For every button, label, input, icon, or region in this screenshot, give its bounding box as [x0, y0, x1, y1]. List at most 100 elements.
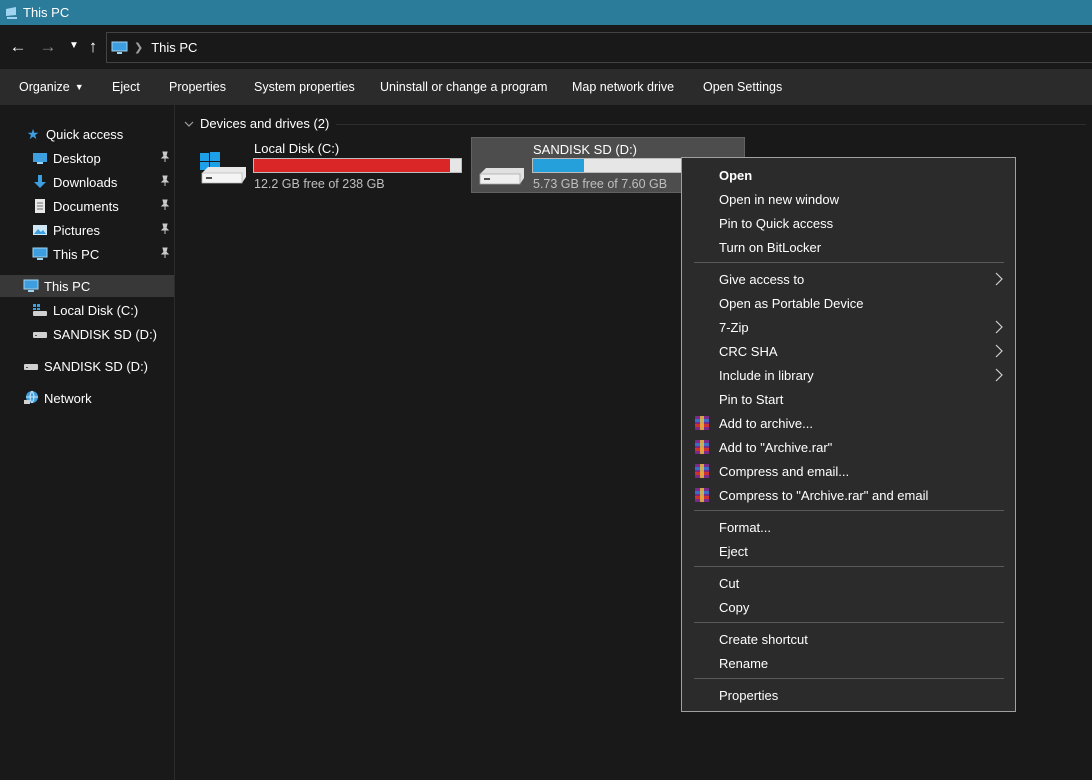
desktop-icon	[32, 150, 48, 166]
drive-usage-fill	[533, 159, 585, 172]
pin-icon	[160, 247, 170, 258]
menu-item-open-new-window[interactable]: Open in new window	[682, 187, 1015, 211]
drive-usage-bar	[253, 158, 462, 173]
sidebar-item-this-pc[interactable]: This PC	[0, 275, 174, 297]
properties-button[interactable]: Properties	[169, 69, 226, 105]
chevron-down-icon	[184, 121, 194, 127]
navigation-pane: ★ Quick access Desktop Downloads Documen…	[0, 105, 175, 780]
menu-item-crc-sha[interactable]: CRC SHA	[682, 339, 1015, 363]
menu-separator	[694, 566, 1004, 567]
up-arrow-icon[interactable]: ↑	[84, 37, 102, 55]
menu-item-pin-start[interactable]: Pin to Start	[682, 387, 1015, 411]
sidebar-item-pictures[interactable]: Pictures	[0, 219, 174, 241]
menu-separator	[694, 622, 1004, 623]
menu-item-portable-device[interactable]: Open as Portable Device	[682, 291, 1015, 315]
menu-item-label: Rename	[719, 655, 769, 671]
eject-button[interactable]: Eject	[112, 69, 140, 105]
this-pc-icon	[6, 6, 17, 19]
back-arrow-icon[interactable]: ←	[9, 37, 27, 55]
menu-item-copy[interactable]: Copy	[682, 595, 1015, 619]
sidebar-item-label: SANDISK SD (D:)	[44, 358, 149, 374]
drive-free-space: 5.73 GB free of 7.60 GB	[533, 177, 668, 191]
menu-item-label: 7-Zip	[719, 319, 749, 335]
pin-icon	[160, 223, 170, 234]
menu-item-label: Eject	[719, 543, 748, 559]
sidebar-item-label: This PC	[53, 246, 100, 262]
submenu-arrow-icon	[995, 272, 1003, 286]
menu-item-label: Include in library	[719, 367, 814, 383]
sidebar-item-this-pc-pinned[interactable]: This PC	[0, 243, 174, 265]
menu-item-add-archive[interactable]: Add to archive...	[682, 411, 1015, 435]
submenu-arrow-icon	[995, 368, 1003, 382]
menu-item-add-archive-rar[interactable]: Add to "Archive.rar"	[682, 435, 1015, 459]
document-icon	[32, 198, 48, 214]
sidebar-item-desktop[interactable]: Desktop	[0, 147, 174, 169]
drive-icon	[32, 326, 48, 342]
sidebar-item-local-disk[interactable]: Local Disk (C:)	[0, 299, 174, 321]
breadcrumb-location[interactable]: This PC	[151, 40, 197, 55]
menu-item-label: Open	[719, 167, 753, 183]
sidebar-item-label: Downloads	[53, 174, 118, 190]
menu-item-bitlocker[interactable]: Turn on BitLocker	[682, 235, 1015, 259]
windows-drive-icon	[32, 302, 48, 318]
menu-item-label: Copy	[719, 599, 750, 615]
menu-item-format[interactable]: Format...	[682, 515, 1015, 539]
menu-item-eject[interactable]: Eject	[682, 539, 1015, 563]
monitor-icon	[111, 41, 128, 54]
recent-locations-chevron-icon[interactable]: ▼	[65, 37, 83, 55]
drive-icon	[23, 358, 39, 374]
drive-free-space: 12.2 GB free of 238 GB	[254, 177, 385, 191]
menu-item-pin-quick-access[interactable]: Pin to Quick access	[682, 211, 1015, 235]
forward-arrow-icon[interactable]: →	[39, 37, 57, 55]
breadcrumb-separator-icon[interactable]: ❯	[134, 41, 143, 54]
sidebar-item-sandisk-pc[interactable]: SANDISK SD (D:)	[0, 323, 174, 345]
menu-item-open[interactable]: Open	[682, 163, 1015, 187]
menu-item-cut[interactable]: Cut	[682, 571, 1015, 595]
drive-name: Local Disk (C:)	[254, 141, 340, 156]
menu-item-7zip[interactable]: 7-Zip	[682, 315, 1015, 339]
menu-item-label: Cut	[719, 575, 740, 591]
submenu-arrow-icon	[995, 344, 1003, 358]
sidebar-item-downloads[interactable]: Downloads	[0, 171, 174, 193]
address-bar[interactable]: ❯ This PC	[106, 32, 1092, 63]
menu-item-include-library[interactable]: Include in library	[682, 363, 1015, 387]
sidebar-item-label: Documents	[53, 198, 119, 214]
system-properties-button[interactable]: System properties	[254, 69, 355, 105]
menu-item-create-shortcut[interactable]: Create shortcut	[682, 627, 1015, 651]
command-bar: Organize ▼ Eject Properties System prope…	[0, 69, 1092, 105]
pictures-icon	[32, 222, 48, 238]
menu-item-rename[interactable]: Rename	[682, 651, 1015, 675]
sidebar-item-label: Desktop	[53, 150, 101, 166]
menu-item-compress-email[interactable]: Compress and email...	[682, 459, 1015, 483]
map-network-drive-button[interactable]: Map network drive	[572, 69, 674, 105]
uninstall-program-button[interactable]: Uninstall or change a program	[380, 69, 547, 105]
sidebar-item-quick-access[interactable]: ★ Quick access	[0, 123, 174, 145]
menu-item-label: Open as Portable Device	[719, 295, 864, 311]
menu-separator	[694, 510, 1004, 511]
windows-drive-icon	[200, 152, 246, 184]
open-settings-button[interactable]: Open Settings	[703, 69, 782, 105]
sidebar-item-label: Quick access	[46, 126, 124, 142]
winrar-icon	[695, 416, 709, 430]
sidebar-item-label: This PC	[44, 278, 91, 294]
menu-item-give-access[interactable]: Give access to	[682, 267, 1015, 291]
sidebar-item-documents[interactable]: Documents	[0, 195, 174, 217]
winrar-icon	[695, 440, 709, 454]
sidebar-item-sandisk[interactable]: SANDISK SD (D:)	[0, 355, 174, 377]
monitor-icon	[32, 246, 48, 262]
menu-item-label: Format...	[719, 519, 772, 535]
caret-down-icon: ▼	[74, 82, 84, 92]
devices-group-header[interactable]: Devices and drives (2)	[184, 116, 329, 131]
organize-button[interactable]: Organize ▼	[19, 69, 84, 105]
star-icon: ★	[26, 125, 40, 142]
drive-tile-local-disk[interactable]: Local Disk (C:) 12.2 GB free of 238 GB	[194, 137, 466, 193]
sidebar-item-network[interactable]: Network	[0, 387, 174, 409]
menu-item-compress-rar-email[interactable]: Compress to "Archive.rar" and email	[682, 483, 1015, 507]
context-menu: Open Open in new window Pin to Quick acc…	[681, 157, 1016, 712]
menu-item-label: Properties	[719, 687, 779, 703]
menu-separator	[694, 262, 1004, 263]
sidebar-item-label: Network	[44, 390, 92, 406]
sidebar-item-label: Local Disk (C:)	[53, 302, 139, 318]
menu-item-properties[interactable]: Properties	[682, 683, 1015, 707]
menu-item-label: Pin to Quick access	[719, 215, 834, 231]
